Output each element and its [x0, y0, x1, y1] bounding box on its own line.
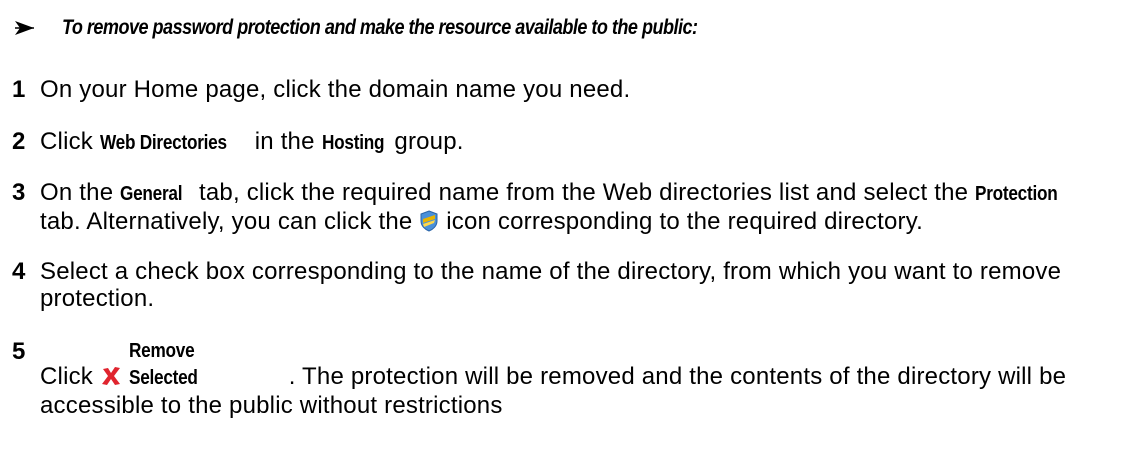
- step-text: Click Web Directories in the Hosting gro…: [40, 128, 1127, 157]
- ui-label-general: General: [120, 183, 183, 205]
- step-text: Click Remove Selected. The protection wi…: [40, 338, 1127, 419]
- step-2: 2 Click Web Directories in the Hosting g…: [12, 128, 1127, 157]
- step-number: 2: [12, 128, 26, 155]
- step-3-mid2: tab. Alternatively, you can click the: [40, 208, 420, 235]
- step-number: 4: [12, 258, 26, 285]
- step-number: 3: [12, 179, 26, 206]
- step-5-pre: Click: [40, 363, 100, 390]
- step-2-post: group.: [387, 128, 464, 155]
- remove-icon: [101, 367, 120, 385]
- step-4: 4 Select a check box corresponding to th…: [12, 258, 1127, 312]
- step-3-mid: tab, click the required name from the We…: [192, 179, 976, 206]
- step-number: 5: [12, 338, 26, 365]
- step-2-pre: Click: [40, 128, 100, 155]
- procedure-heading-text: To remove password protection and make t…: [62, 16, 698, 39]
- ui-label-protection: Protection: [975, 183, 1058, 205]
- step-1: 1 On your Home page, click the domain na…: [12, 76, 1127, 103]
- step-4-text: Select a check box corresponding to the …: [40, 258, 1062, 312]
- shield-icon: [420, 210, 438, 232]
- step-text: On the General tab, click the required n…: [40, 179, 1127, 235]
- ui-label-remove-selected: Remove Selected: [128, 340, 198, 389]
- step-number: 1: [12, 76, 26, 103]
- arrow-bullet-icon: [15, 21, 34, 35]
- step-3-pre: On the: [40, 179, 121, 206]
- ui-label-web-directories: Web Directories: [99, 132, 227, 154]
- step-3: 3 On the General tab, click the required…: [12, 179, 1127, 235]
- step-text: On your Home page, click the domain name…: [40, 76, 1127, 103]
- step-1-text: On your Home page, click the domain name…: [40, 76, 631, 103]
- instruction-document: To remove password protection and make t…: [0, 0, 1135, 468]
- procedure-heading: To remove password protection and make t…: [12, 16, 801, 40]
- ui-label-hosting: Hosting: [321, 132, 384, 154]
- step-text: Select a check box corresponding to the …: [40, 258, 1127, 312]
- step-2-mid: in the: [247, 128, 322, 155]
- step-3-post: icon corresponding to the required direc…: [439, 208, 924, 235]
- step-5: 5 Click Remove Selected. The protection …: [12, 338, 1127, 419]
